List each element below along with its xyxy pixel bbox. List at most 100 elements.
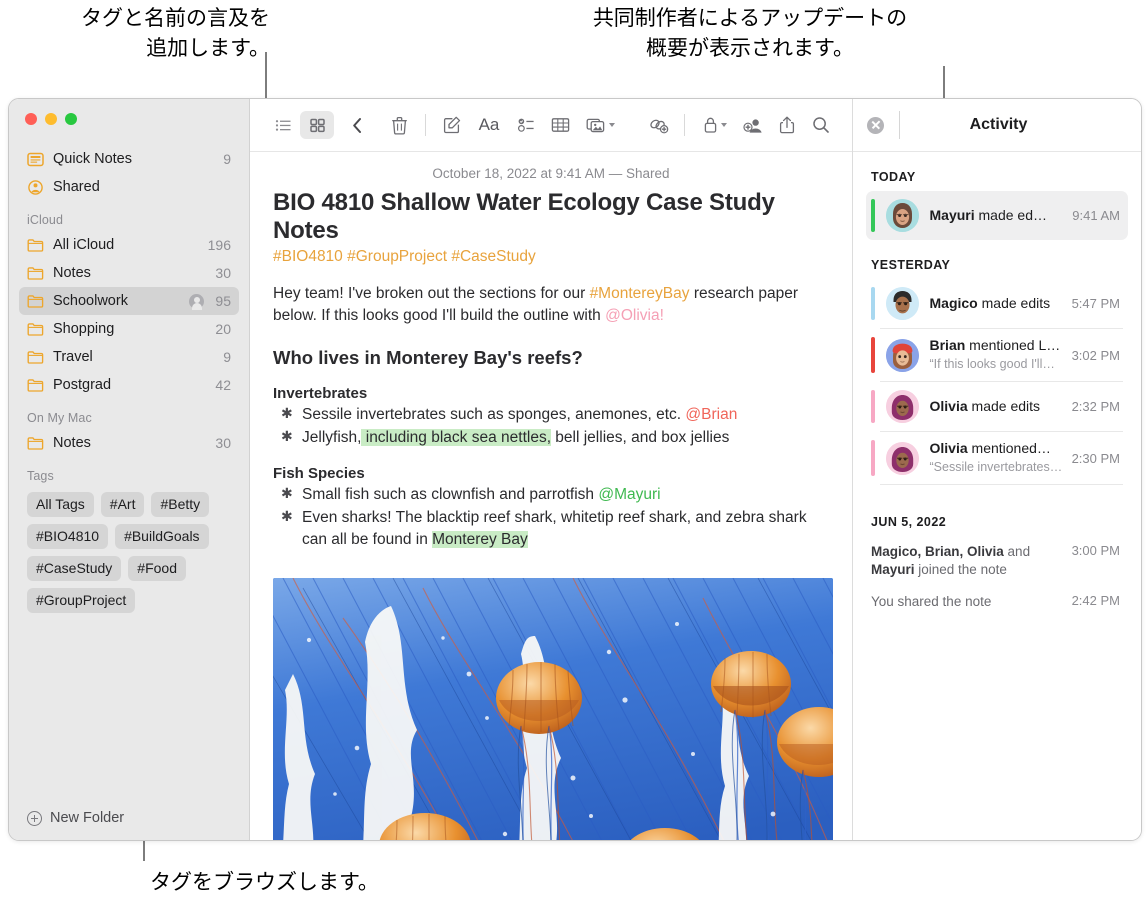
notes-app-window: Quick Notes 9 Shared iCloud All iCloud 1… [8, 98, 1142, 841]
list-item: Small fish such as clownfish and parrotf… [273, 484, 832, 506]
highlighted-text: Monterey Bay [432, 531, 528, 548]
activity-item-olivia-edits[interactable]: Olivia made edits 2:32 PM [866, 382, 1128, 431]
grid-view-button[interactable] [300, 111, 334, 139]
list-item: Even sharks! The blacktip reef shark, wh… [273, 507, 832, 551]
close-window-button[interactable] [25, 113, 37, 125]
activity-group-label-jun5: JUN 5, 2022 [871, 515, 947, 529]
text-format-button[interactable]: Aa [469, 111, 509, 139]
activity-timestamp: 2:32 PM [1071, 399, 1120, 414]
insert-table-button[interactable] [543, 111, 577, 139]
sidebar: Quick Notes 9 Shared iCloud All iCloud 1… [9, 99, 250, 840]
bullet-list-fish-species: Small fish such as clownfish and parrotf… [270, 482, 832, 551]
checklist-button[interactable] [509, 111, 543, 139]
sidebar-item-quick-notes[interactable]: Quick Notes 9 [19, 145, 239, 173]
sidebar-item-count: 95 [215, 293, 231, 309]
list-item: Jellyfish, including black sea nettles, … [273, 427, 832, 449]
note-content[interactable]: October 18, 2022 at 9:41 AM — Shared BIO… [250, 152, 852, 840]
delete-note-button[interactable] [382, 111, 416, 139]
sidebar-item-notes-local[interactable]: Notes 30 [19, 429, 239, 457]
sidebar-item-all-icloud[interactable]: All iCloud 196 [19, 231, 239, 259]
lock-icon [704, 117, 717, 133]
activity-person-name: Mayuri [929, 206, 975, 223]
media-icon [586, 118, 604, 132]
activity-item-mayuri-edits[interactable]: Mayuri made ed… 9:41 AM [866, 191, 1128, 240]
compose-note-button[interactable] [435, 111, 469, 139]
note-subheading-fish-species: Fish Species [273, 465, 365, 482]
sidebar-item-label: Notes [53, 435, 91, 451]
bullet-text: Sessile invertebrates such as sponges, a… [302, 406, 686, 423]
folder-icon [27, 436, 44, 450]
mention-olivia[interactable]: @Olivia! [605, 307, 664, 324]
sidebar-item-label: Postgrad [53, 377, 112, 393]
activity-person-name: Olivia [929, 397, 968, 414]
sidebar-item-schoolwork[interactable]: Schoolwork 95 [19, 287, 239, 315]
sidebar-item-count: 30 [215, 265, 231, 281]
activity-header: Activity [853, 99, 1141, 152]
mention-brian[interactable]: @Brian [685, 406, 737, 423]
activity-item-line: Olivia mentioned… [930, 440, 1051, 456]
activity-item-brian-mention[interactable]: Brian mentioned L… “If this looks good I… [866, 329, 1128, 381]
sidebar-section-header-tags: Tags [27, 469, 54, 483]
activity-history-shared: You shared the note 2:42 PM [866, 586, 1128, 618]
activity-item-quote: “If this looks good I'll… [929, 357, 1055, 371]
sidebar-item-label: Schoolwork [53, 293, 128, 309]
activity-person-name: Magico [929, 294, 978, 311]
add-link-button[interactable] [641, 111, 675, 139]
sidebar-item-label: Notes [53, 265, 91, 281]
activity-color-bar [871, 199, 875, 232]
activity-action: made edits [977, 294, 1051, 311]
activity-item-line: Brian mentioned L… [930, 337, 1061, 353]
close-icon[interactable] [867, 116, 884, 134]
folder-icon [27, 378, 44, 392]
jellyfish-photo[interactable] [273, 578, 833, 840]
callout-browse-tags: タグをブラウズします。 [150, 871, 379, 894]
tag-chip-bio4810[interactable]: #BIO4810 [27, 524, 109, 549]
tag-chip-betty[interactable]: #Betty [151, 492, 210, 517]
activity-color-bar [871, 287, 875, 320]
sidebar-item-count: 9 [223, 349, 231, 365]
new-folder-button[interactable]: New Folder [9, 796, 249, 840]
sidebar-item-count: 9 [223, 151, 231, 167]
chevron-down-icon [608, 123, 615, 127]
new-folder-label: New Folder [50, 810, 125, 826]
search-button[interactable] [804, 111, 838, 139]
tag-chip-casestudy[interactable]: #CaseStudy [27, 556, 122, 581]
activity-person-name: Brian [929, 337, 966, 353]
note-heading: Who lives in Monterey Bay's reefs? [273, 347, 583, 368]
share-button[interactable] [770, 111, 804, 139]
activity-item-line: Mayuri made ed… [930, 207, 1048, 223]
folder-icon [27, 322, 44, 336]
inline-tag-montereybay[interactable]: #MontereyBay [590, 285, 690, 302]
activity-item-line: Olivia made edits [930, 398, 1041, 414]
tag-chip-food[interactable]: #Food [128, 556, 186, 581]
sidebar-section-header-on-my-mac: On My Mac [27, 411, 92, 425]
mention-mayuri[interactable]: @Mayuri [598, 486, 660, 503]
insert-media-button[interactable] [577, 111, 623, 139]
sidebar-item-shopping[interactable]: Shopping 20 [19, 315, 239, 343]
tag-chip-buildgoals[interactable]: #BuildGoals [115, 524, 209, 549]
tag-chip-art[interactable]: #Art [100, 492, 145, 517]
sidebar-item-travel[interactable]: Travel 9 [19, 343, 239, 371]
collaborate-button[interactable] [736, 111, 770, 139]
sidebar-item-postgrad[interactable]: Postgrad 42 [19, 371, 239, 399]
note-subheading-invertebrates: Invertebrates [273, 385, 368, 402]
activity-timestamp: 2:42 PM [1071, 593, 1120, 609]
lock-note-button[interactable] [694, 111, 736, 139]
checklist-icon [517, 118, 534, 132]
maximize-window-button[interactable] [65, 113, 77, 125]
plus-circle-icon [27, 810, 42, 826]
sidebar-item-count: 30 [215, 435, 231, 451]
activity-item-olivia-mention[interactable]: Olivia mentioned… “Sessile invertebrates… [866, 432, 1128, 484]
activity-item-magico-edits[interactable]: Magico made edits 5:47 PM [866, 279, 1128, 328]
sidebar-item-notes-icloud[interactable]: Notes 30 [19, 259, 239, 287]
activity-timestamp: 9:41 AM [1072, 208, 1120, 223]
joined-names-1: Magico, Brian, Olivia [871, 544, 1004, 559]
sidebar-item-shared[interactable]: Shared [19, 173, 239, 201]
list-view-button[interactable] [266, 111, 300, 139]
tag-chip-all-tags[interactable]: All Tags [27, 492, 94, 517]
activity-color-bar [871, 337, 875, 373]
activity-history-text: You shared the note [871, 594, 992, 610]
tag-chip-groupproject[interactable]: #GroupProject [27, 588, 136, 613]
back-button[interactable] [340, 111, 374, 139]
minimize-window-button[interactable] [45, 113, 57, 125]
